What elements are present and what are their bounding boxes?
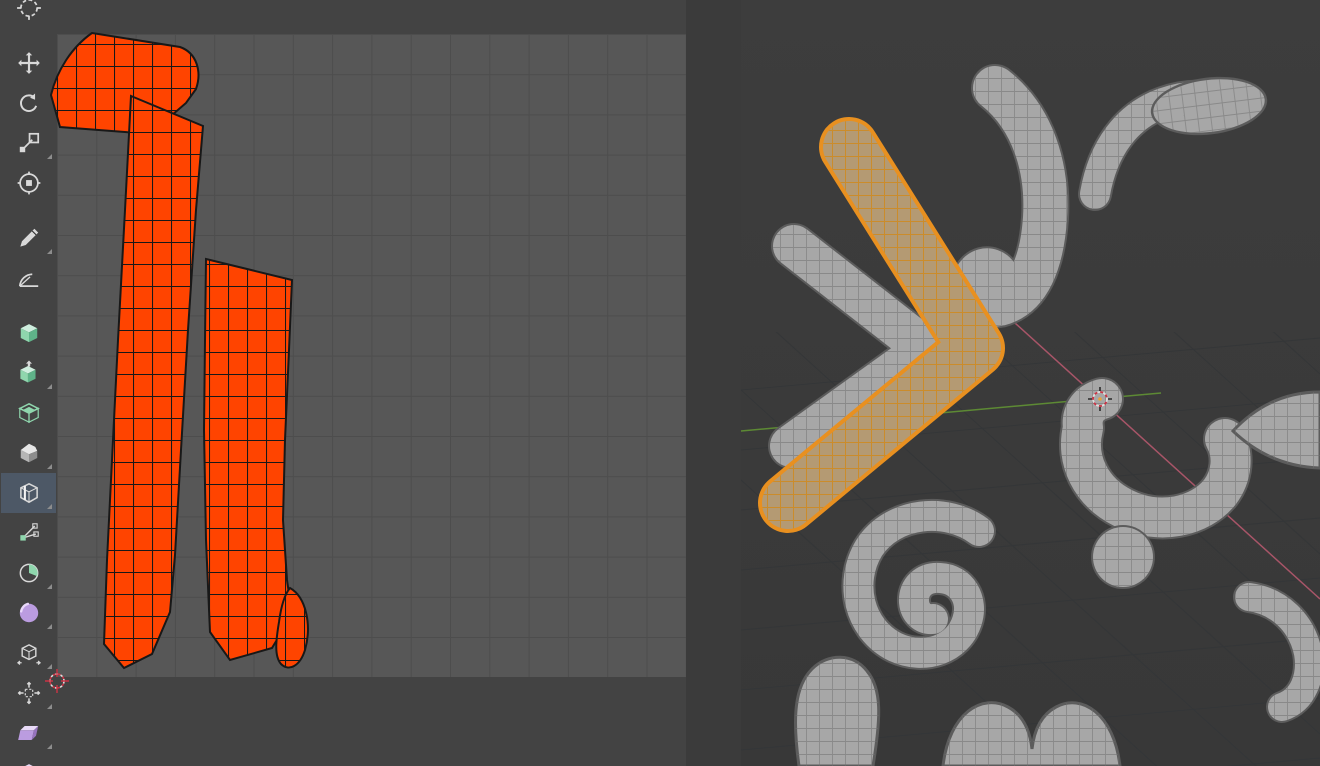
tool-edge-slide[interactable] (1, 633, 56, 673)
tool-spin[interactable] (1, 553, 56, 593)
tool-rotate[interactable] (1, 83, 56, 123)
mesh-teardrop[interactable] (794, 655, 881, 766)
scale-tool-icon (19, 132, 39, 153)
spin-icon (19, 563, 38, 583)
extrude-region-icon (19, 360, 36, 383)
submenu-indicator-icon (47, 504, 52, 509)
shear-icon (17, 725, 38, 741)
submenu-indicator-icon (47, 664, 52, 669)
tool-rip-region[interactable] (1, 753, 56, 766)
submenu-indicator-icon (47, 704, 52, 709)
bevel-icon (20, 443, 37, 463)
submenu-indicator-icon (47, 584, 52, 589)
poly-build-icon (19, 523, 39, 541)
tool-extrude-region[interactable] (1, 353, 56, 393)
submenu-indicator-icon (47, 154, 52, 159)
viewport-canvas[interactable] (741, 0, 1320, 766)
mesh-sphere[interactable] (1091, 525, 1155, 589)
tool-cursor[interactable] (1, 0, 56, 28)
uv-editor-canvas[interactable] (0, 0, 686, 766)
inset-faces-icon (17, 402, 40, 424)
annotate-pencil-icon (19, 228, 38, 247)
tool-transform[interactable] (1, 163, 56, 203)
tool-annotate[interactable] (1, 218, 56, 258)
rotate-tool-icon (19, 93, 37, 112)
submenu-indicator-icon (47, 744, 52, 749)
uv-island-right-strip[interactable] (202, 257, 294, 662)
submenu-indicator-icon (47, 384, 52, 389)
tool-shrink-fatten[interactable] (1, 673, 56, 713)
rip-region-icon (24, 764, 33, 766)
edge-slide-icon (16, 644, 41, 665)
uv-editor[interactable] (0, 0, 686, 766)
transform-tool-icon (17, 171, 40, 195)
tool-poly-build[interactable] (1, 513, 56, 553)
add-cube-icon (20, 324, 37, 343)
tool-scale[interactable] (1, 123, 56, 163)
tool-smooth[interactable] (1, 593, 56, 633)
smooth-sphere-icon (19, 602, 38, 623)
toolbar (0, 0, 57, 766)
tool-measure[interactable] (1, 258, 56, 298)
viewport-3d[interactable] (741, 0, 1320, 766)
tool-move[interactable] (1, 43, 56, 83)
submenu-indicator-icon (47, 464, 52, 469)
submenu-indicator-icon (47, 624, 52, 629)
tool-inset-faces[interactable] (1, 393, 56, 433)
tool-add-cube[interactable] (1, 313, 56, 353)
cursor-tool-icon (16, 0, 41, 20)
loop-cut-icon (19, 482, 38, 504)
tool-loop-cut[interactable] (1, 473, 56, 513)
tool-shear[interactable] (1, 713, 56, 753)
submenu-indicator-icon (47, 249, 52, 254)
tool-bevel[interactable] (1, 433, 56, 473)
measure-protractor-icon (18, 273, 38, 287)
shrink-fatten-icon (17, 681, 40, 705)
blender-window (0, 0, 1320, 766)
move-tool-icon (17, 52, 40, 74)
